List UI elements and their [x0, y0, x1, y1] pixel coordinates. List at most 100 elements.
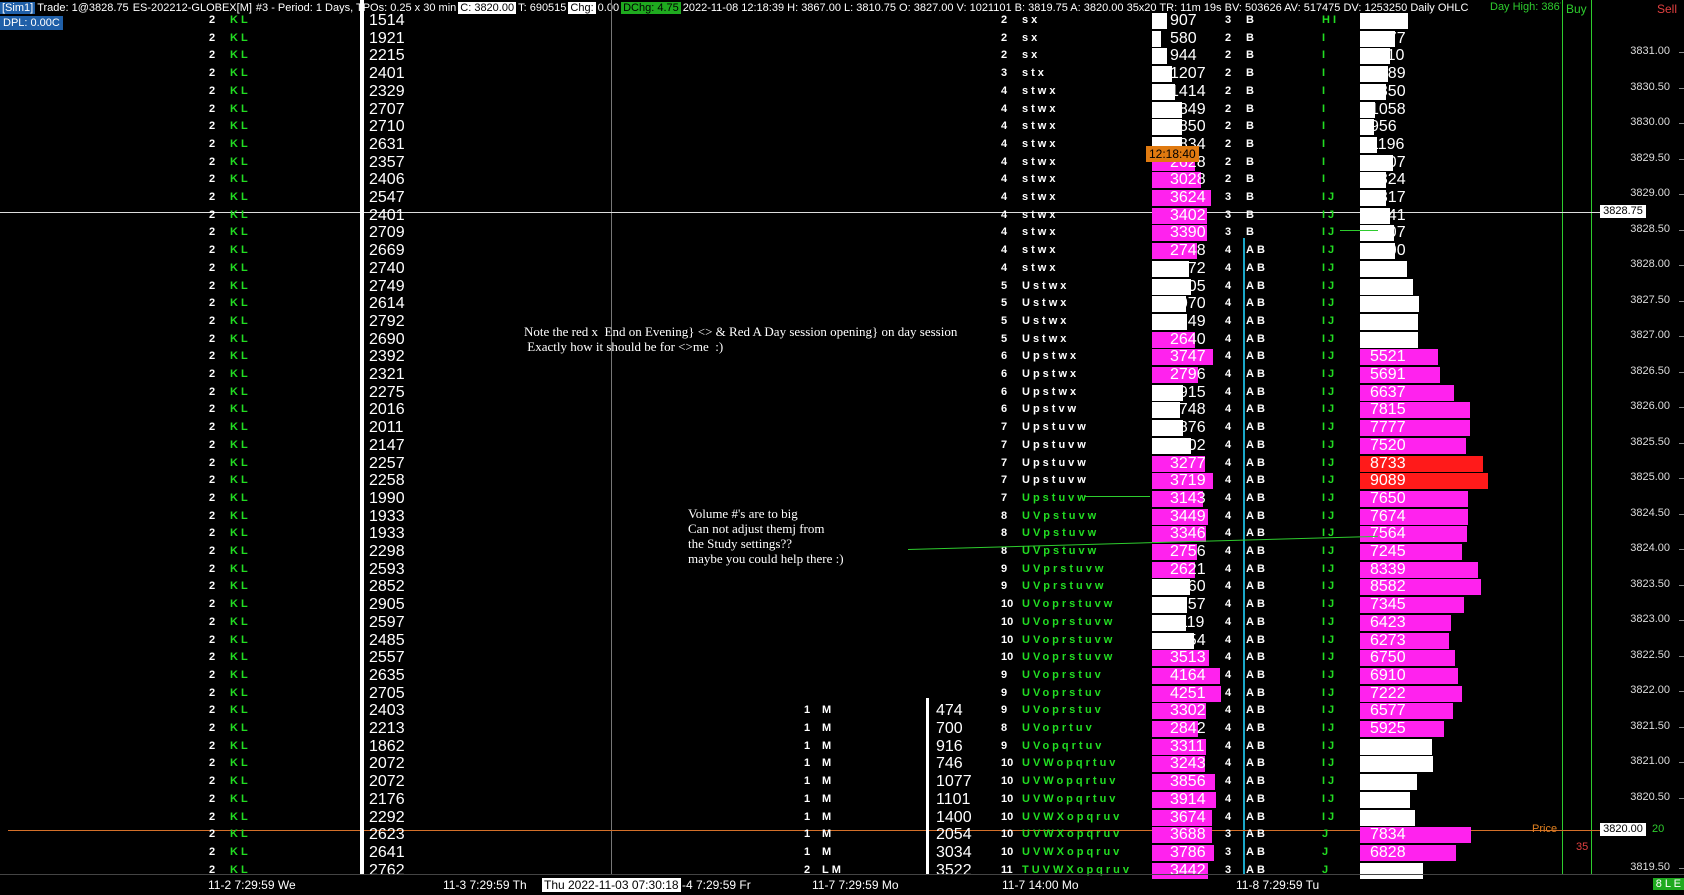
profile-row: 4 AB IJ 2500	[0, 242, 1600, 260]
tpo-letters: AB	[1246, 403, 1268, 416]
tpo-count: 3	[1225, 226, 1232, 239]
profile-row: 4 AB IJ 8582	[0, 578, 1600, 596]
tpo-count: 2	[1225, 67, 1232, 80]
tpo-letters: AB	[1246, 580, 1268, 593]
annotation-note-1[interactable]: Note the red x End on Evening} <> & Red …	[524, 324, 957, 354]
tpo-letters: B	[1246, 120, 1257, 133]
tpo-letters: B	[1246, 102, 1257, 115]
profile-row: 4 AB IJ 9089	[0, 472, 1600, 490]
axis-price-label: 3823.00	[1630, 613, 1670, 625]
annotation-line-2[interactable]	[1085, 496, 1150, 497]
axis-price-label: 3829.00	[1630, 187, 1670, 199]
tpo-count: 4	[1225, 421, 1232, 434]
axis-tick	[1679, 513, 1684, 515]
axis-price-label: 3822.00	[1630, 684, 1670, 696]
tpo-count: 4	[1225, 261, 1232, 274]
annotation-line-3[interactable]	[1340, 230, 1378, 231]
annotation-note-2[interactable]: Volume #'s are to big Can not adjust the…	[688, 506, 844, 566]
volume-value: 4174	[1370, 295, 1406, 313]
tpo-letters-ij: I	[1322, 31, 1329, 44]
tpo-letters: AB	[1246, 474, 1268, 487]
tpo-letters-ij: IJ	[1322, 792, 1338, 805]
tpo-letters: AB	[1246, 421, 1268, 434]
axis-tick	[1679, 407, 1684, 408]
tpo-letters-ij: IJ	[1322, 722, 1338, 734]
tpo-letters: AB	[1246, 562, 1268, 575]
axis-tick	[1679, 797, 1684, 799]
tpo-letters: B	[1246, 84, 1257, 97]
time-label-1: 11-2 7:29:59 We	[208, 878, 296, 892]
tpo-letters-ij: I	[1322, 49, 1329, 62]
volume-value: 5925	[1370, 720, 1406, 737]
tpo-letters: AB	[1246, 633, 1268, 646]
profile-row: 4 AB IJ 5126	[0, 738, 1600, 755]
volume-value: 7245	[1370, 543, 1406, 560]
bid-size-label: 35	[1576, 841, 1589, 853]
volume-value: 8733	[1370, 454, 1406, 472]
tpo-letters-ij: I	[1322, 155, 1329, 168]
volume-value: 7650	[1370, 489, 1406, 507]
tpo-letters: B	[1246, 173, 1257, 186]
tpo-count: 4	[1225, 438, 1232, 451]
time-axis[interactable]: 11-2 7:29:59 We 11-3 7:29:59 Th Thu 2022…	[0, 874, 1684, 895]
volume-value: 3388	[1370, 12, 1406, 29]
tpo-letters: AB	[1246, 757, 1268, 770]
profile-row: 4 AB IJ 3857	[0, 809, 1600, 826]
tpo-letters-ij: IJ	[1322, 421, 1338, 434]
profile-row: 2 B I 2477	[0, 30, 1600, 47]
tpo-count: 4	[1225, 633, 1232, 646]
tpo-count: 4	[1225, 580, 1232, 593]
tpo-letters: AB	[1246, 509, 1268, 522]
tpo-count: 4	[1225, 244, 1232, 257]
tpo-count: 4	[1225, 350, 1232, 363]
tpo-count: 4	[1225, 474, 1232, 487]
volume-value: 7345	[1370, 596, 1406, 614]
tpo-letters-ij: IJ	[1322, 491, 1338, 504]
profile-row: 2 B I 956	[0, 118, 1600, 136]
tpo-letters: AB	[1246, 775, 1268, 788]
axis-price-label: 3820.50	[1630, 790, 1670, 803]
profile-row: 4 AB IJ 7777	[0, 419, 1600, 437]
axis-tick	[1679, 655, 1684, 657]
tpo-count: 4	[1225, 385, 1232, 398]
volume-value: 6637	[1370, 383, 1406, 401]
tpo-letters: B	[1246, 67, 1257, 80]
axis-price-label: 3823.50	[1630, 577, 1670, 590]
tpo-letters: AB	[1246, 368, 1268, 380]
tpo-count: 4	[1225, 562, 1232, 575]
time-label: 12:18:40	[1146, 146, 1199, 162]
volume-value: 6828	[1370, 843, 1406, 861]
tpo-count: 4	[1225, 491, 1232, 504]
tpo-letters-ij: IJ	[1322, 208, 1338, 221]
tpo-count: 4	[1225, 314, 1232, 327]
current-price-marker: 3828.75	[1600, 205, 1646, 218]
tpo-count: 3	[1225, 845, 1232, 858]
tpo-letters-ij: IJ	[1322, 332, 1338, 345]
tpo-count: 3	[1225, 191, 1232, 203]
tpo-count: 2	[1225, 120, 1232, 133]
tpo-letters: AB	[1246, 244, 1268, 257]
volume-value: 1850	[1370, 82, 1406, 100]
tpo-letters-ij: IJ	[1322, 704, 1338, 717]
profile-row: 4 AB IJ 5139	[0, 755, 1600, 773]
volume-value: 2477	[1370, 29, 1406, 47]
tpo-letters: AB	[1246, 491, 1268, 504]
tpo-letters-ij: J	[1322, 845, 1332, 858]
tpo-letters-ij: IJ	[1322, 385, 1338, 398]
axis-tick	[1679, 158, 1684, 160]
tpo-letters: AB	[1246, 261, 1268, 274]
volume-value: 2407	[1370, 224, 1406, 242]
tpo-count: 4	[1225, 403, 1232, 416]
profile1-volume-bar	[360, 0, 364, 874]
tpo-count: 4	[1225, 368, 1232, 380]
axis-price-label: 3821.00	[1630, 755, 1670, 767]
tpo-count: 4	[1225, 792, 1232, 805]
tpo-letters-ij: IJ	[1322, 314, 1338, 327]
tpo-count: 4	[1225, 757, 1232, 770]
tpo-count: 3	[1225, 208, 1232, 221]
profile-row: 3 B HI 3388	[0, 12, 1600, 29]
volume-value: 7520	[1370, 436, 1406, 454]
tpo-letters-ij: IJ	[1322, 456, 1338, 469]
axis-tick	[1679, 336, 1684, 337]
price-axis[interactable]: 3831.00 3830.50 3830.00 3829.50 3829.00 3828.…	[1600, 0, 1684, 874]
